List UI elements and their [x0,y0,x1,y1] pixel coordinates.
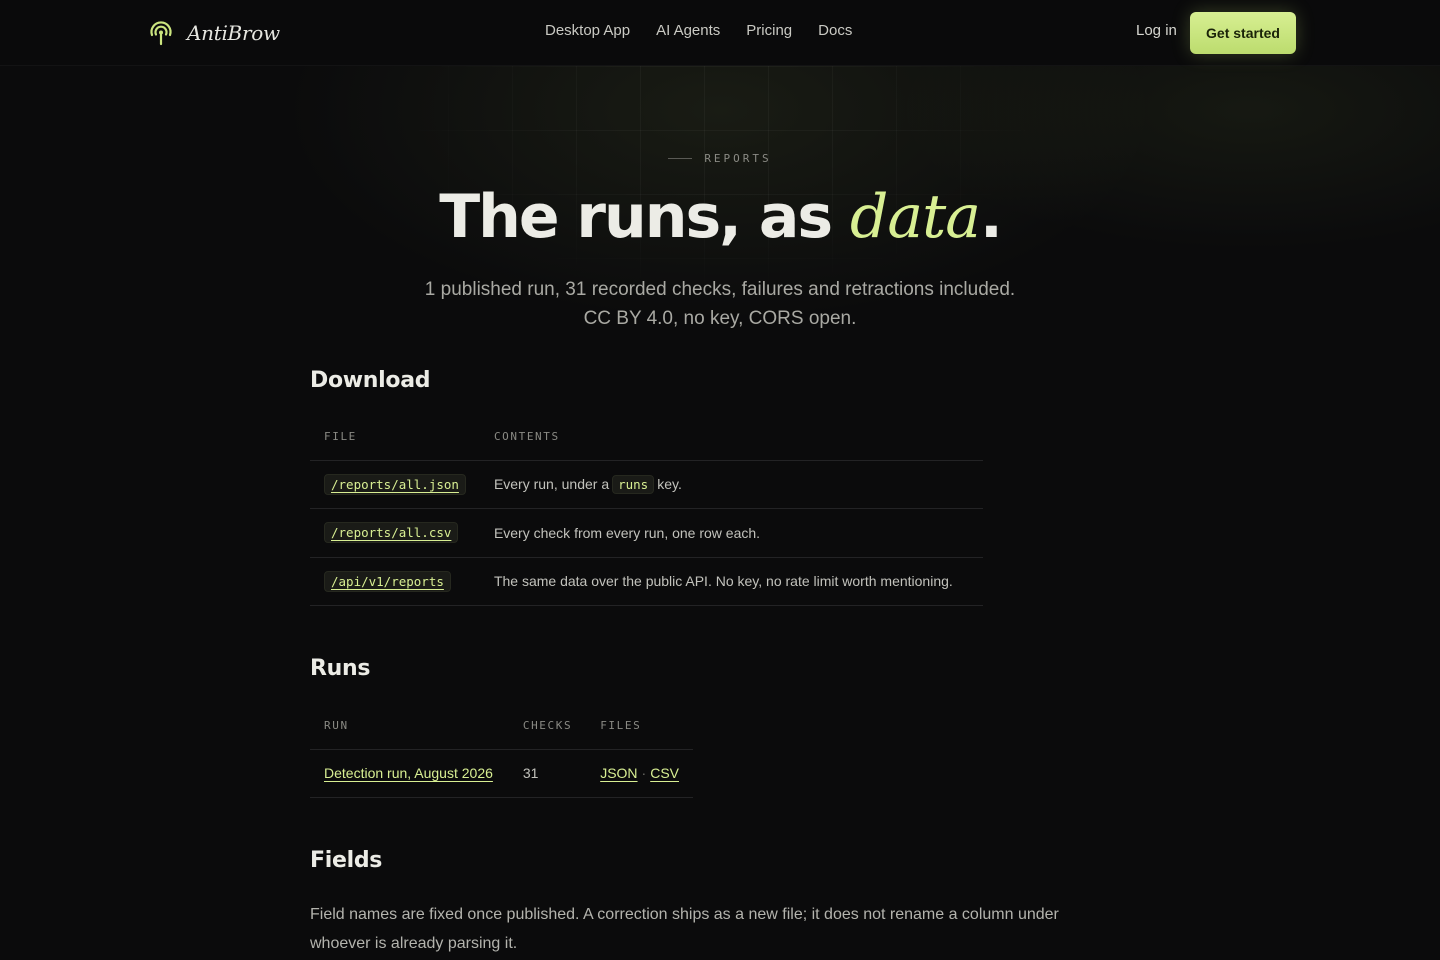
table-header-row: RUN CHECKS FILES [310,703,693,750]
page-title: The runs, as data. [0,182,1440,252]
broadcast-icon [150,21,172,46]
runs-code: runs [612,474,655,494]
contents-text: Every run, under a [493,475,610,492]
brand-name: AntiBrow [187,21,280,45]
run-json-link[interactable]: JSON [600,765,637,781]
col-file: FILE [310,414,480,461]
file-cell: /api/v1/reports [310,557,480,606]
col-contents: CONTENTS [479,414,983,461]
nav-ai-agents[interactable]: AI Agents [656,22,720,39]
contents-cell: Every check from every run, one row each… [479,508,983,558]
page-subtitle: 1 published run, 31 recorded checks, fai… [424,279,1016,329]
col-files: FILES [586,703,693,750]
runs-table: RUN CHECKS FILES Detection run, August 2… [310,703,693,798]
page: AntiBrow Desktop App AI Agents Pricing D… [0,0,1440,960]
download-heading: Download [310,368,431,393]
table-row: /reports/all.json Every run, under a runs… [310,460,983,509]
all-csv-link[interactable]: /reports/all.csv [324,522,459,544]
brand-logo[interactable]: AntiBrow [148,18,280,48]
contents-text-end: key. [657,475,682,492]
col-checks: CHECKS [508,703,587,750]
table-row: /reports/all.csv Every check from every … [310,508,983,558]
login-link[interactable]: Log in [1136,22,1177,39]
files-separator: · [641,765,647,781]
main-nav: Desktop App AI Agents Pricing Docs [545,22,852,39]
title-accent: data [849,182,981,252]
title-main: The runs, as [439,182,850,252]
fields-description: Field names are fixed once published. A … [310,906,1059,952]
runs-heading: Runs [310,656,371,681]
nav-desktop-app[interactable]: Desktop App [545,22,630,39]
file-cell: /reports/all.csv [310,508,480,558]
contents-cell: Every run, under a runs key. [479,460,983,509]
table-row: /api/v1/reports The same data over the p… [310,557,983,606]
get-started-button[interactable]: Get started [1190,12,1296,54]
eyebrow: REPORTS [0,152,1440,165]
all-json-link[interactable]: /reports/all.json [324,473,466,495]
contents-cell: The same data over the public API. No ke… [479,557,983,606]
run-link[interactable]: Detection run, August 2026 [324,765,493,781]
col-run: RUN [310,703,509,750]
run-cell: Detection run, August 2026 [310,749,509,798]
checks-cell: 31 [508,749,587,798]
table-header-row: FILE CONTENTS [310,414,983,461]
eyebrow-label: REPORTS [704,152,772,165]
api-reports-link[interactable]: /api/v1/reports [324,570,451,592]
fields-heading: Fields [310,848,383,873]
title-end: . [980,182,1003,252]
table-row: Detection run, August 2026 31 JSON · CSV [310,749,693,798]
eyebrow-line [668,158,693,159]
site-header: AntiBrow Desktop App AI Agents Pricing D… [0,0,1440,66]
nav-pricing[interactable]: Pricing [746,22,792,39]
file-cell: /reports/all.json [310,460,480,509]
nav-docs[interactable]: Docs [818,22,852,39]
run-csv-link[interactable]: CSV [650,765,679,781]
files-cell: JSON · CSV [586,749,693,798]
download-table: FILE CONTENTS /reports/all.json Every ru… [310,414,983,606]
